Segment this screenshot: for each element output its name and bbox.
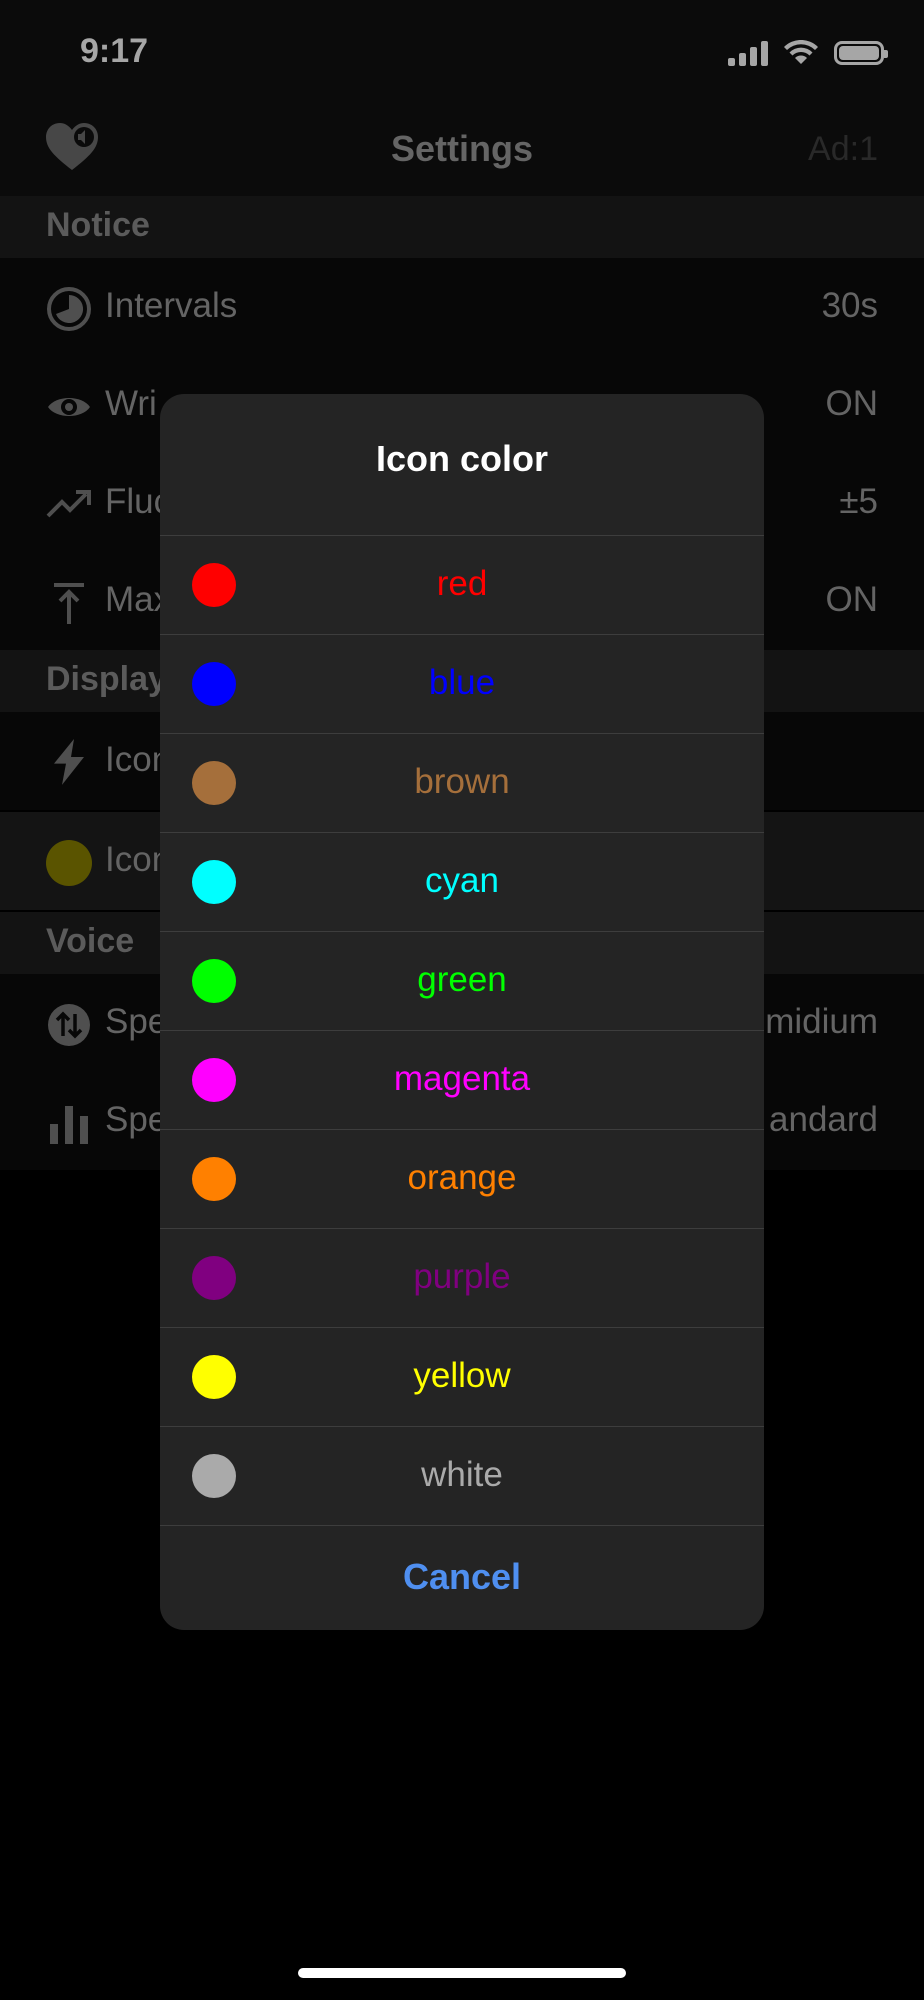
color-option-label: cyan [425,861,499,900]
cancel-button[interactable]: Cancel [160,1526,764,1624]
color-option-white[interactable]: white [160,1427,764,1526]
color-option-label: orange [407,1158,517,1197]
color-option-purple[interactable]: purple [160,1229,764,1328]
color-option-yellow[interactable]: yellow [160,1328,764,1427]
home-indicator [298,1968,626,1978]
color-option-label: red [436,564,488,603]
color-option-orange[interactable]: orange [160,1130,764,1229]
color-option-blue[interactable]: blue [160,635,764,734]
color-option-label: white [421,1455,503,1494]
color-option-list: red blue brown cyan green magenta orange purple… [160,536,764,1526]
color-option-brown[interactable]: brown [160,734,764,833]
icon-color-action-sheet: Icon color red blue brown cyan green magenta o… [160,394,764,1630]
color-option-label: purple [413,1257,511,1296]
color-option-red[interactable]: red [160,536,764,635]
color-option-label: yellow [413,1356,511,1395]
color-option-label: green [417,960,507,999]
color-option-cyan[interactable]: cyan [160,833,764,932]
color-option-magenta[interactable]: magenta [160,1031,764,1130]
color-option-label: blue [428,663,496,702]
sheet-title: Icon color [160,394,764,536]
color-option-label: magenta [393,1059,531,1098]
color-option-green[interactable]: green [160,932,764,1031]
settings-screen: 9:17 Settings Ad:1 Notice Intervals 30s … [0,0,924,2000]
color-option-label: brown [414,762,510,801]
